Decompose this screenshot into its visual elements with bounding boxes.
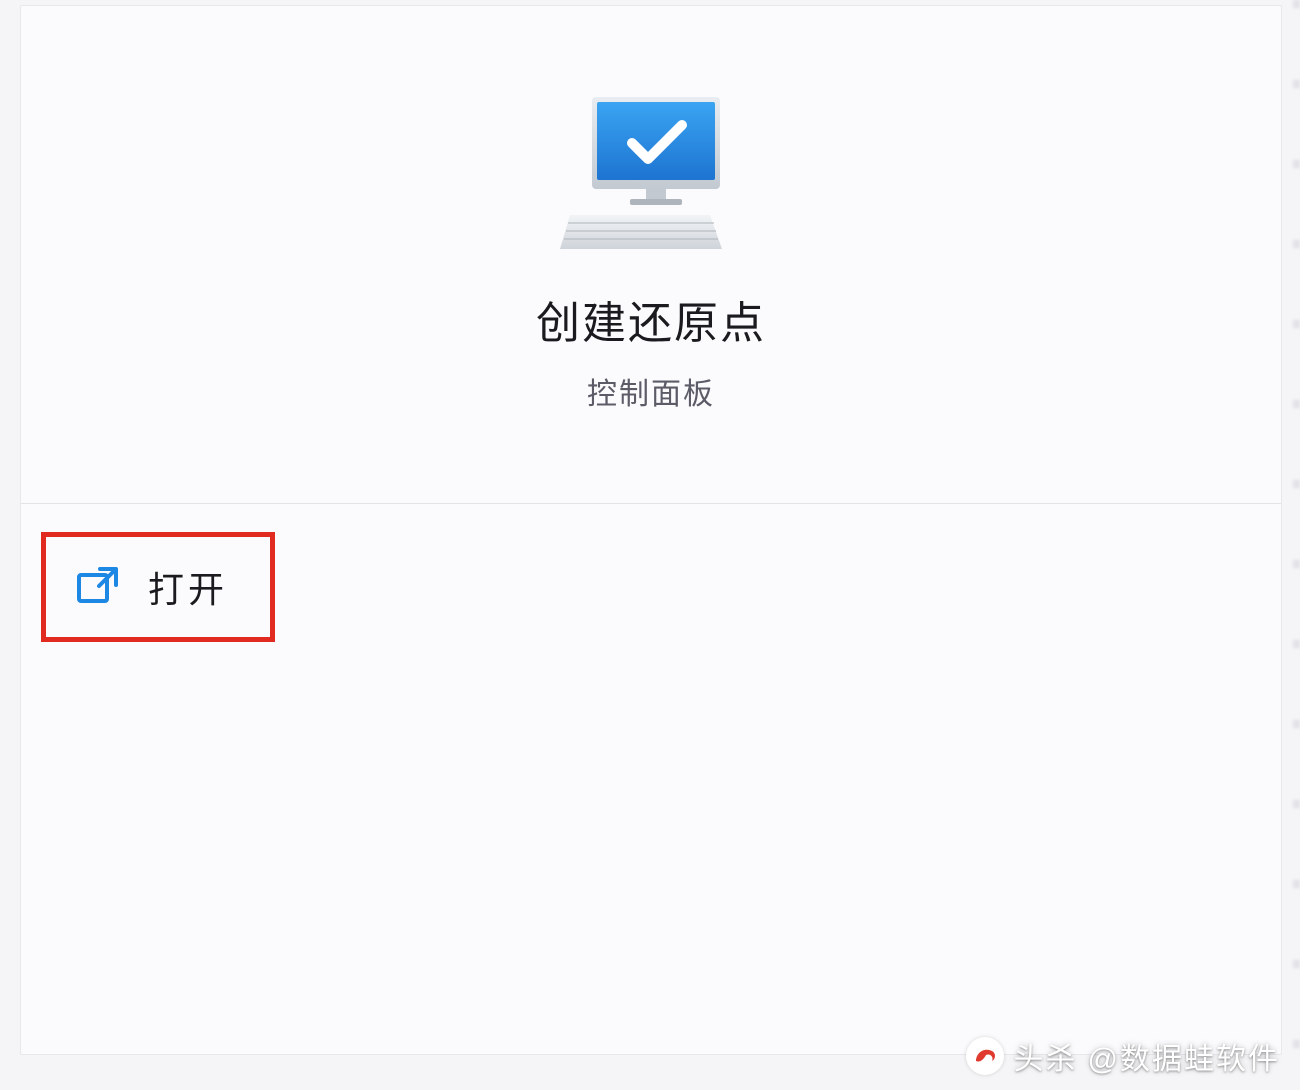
watermark-prefix: 头杀 <box>1014 1034 1078 1078</box>
search-result-panel: 创建还原点 控制面板 打开 <box>20 5 1282 1055</box>
window-edge-decoration <box>1293 0 1300 1090</box>
result-subtitle: 控制面板 <box>587 369 715 413</box>
watermark-logo-icon <box>966 1037 1004 1075</box>
open-external-icon <box>76 565 120 609</box>
computer-check-icon <box>556 97 746 257</box>
result-actions: 打开 <box>21 504 1281 670</box>
watermark-handle: @数据蛙软件 <box>1088 1034 1280 1078</box>
open-button-label: 打开 <box>148 561 228 613</box>
result-title: 创建还原点 <box>536 287 766 351</box>
open-button[interactable]: 打开 <box>41 532 275 642</box>
best-match-hero[interactable]: 创建还原点 控制面板 <box>21 6 1281 504</box>
watermark: 头杀 @数据蛙软件 <box>966 1034 1280 1078</box>
